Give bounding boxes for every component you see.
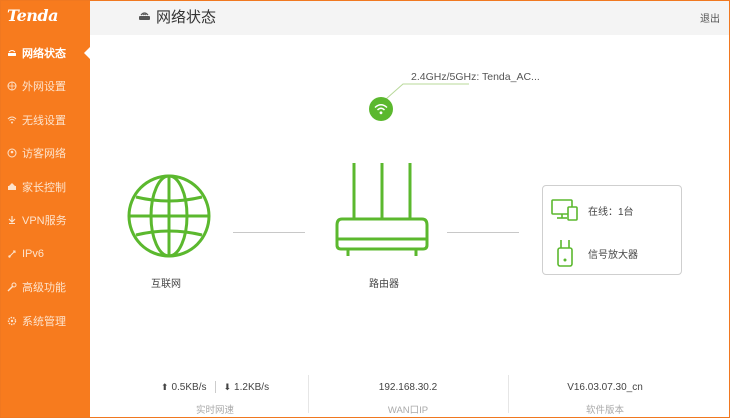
sidebar-item-label: 高级功能: [22, 282, 66, 294]
sidebar-item-label: 网络状态: [22, 48, 66, 60]
guest-icon: [7, 148, 17, 158]
logout-link[interactable]: 退出: [700, 10, 720, 25]
router-status-icon: [139, 12, 150, 20]
upload-arrow-icon: ⬆: [160, 381, 169, 392]
internet-globe-icon[interactable]: [126, 173, 212, 259]
sidebar-item-vpn-service[interactable]: VPN服务: [1, 208, 90, 232]
wan-ip-label: WAN口IP: [387, 405, 429, 416]
brand-logo: Tenda: [7, 6, 58, 25]
download-speed: 1.2KB/s: [234, 381, 270, 393]
wifi-icon: [7, 115, 17, 125]
sidebar-item-label: 外网设置: [22, 81, 66, 93]
parental-icon: [7, 182, 17, 192]
router-label: 路由器: [369, 279, 399, 290]
router-icon[interactable]: [334, 159, 430, 259]
internet-label: 互联网: [151, 279, 181, 290]
extender-row[interactable]: 信号放大器: [551, 238, 638, 268]
connector-internet-router: [233, 232, 305, 233]
sidebar-item-wan-settings[interactable]: 外网设置: [1, 74, 90, 98]
header-bar: 网络状态 退出: [90, 1, 729, 35]
app-window: Tenda 网络状态 外网设置 无线设置 访客网络 家长控制 VPN服务 IPv…: [0, 0, 730, 418]
status-footer: ⬆ 0.5KB/s ⬇ 1.2KB/s 实时网速 192.168.30.2 WA…: [90, 371, 729, 417]
speed-label: 实时网速: [195, 405, 234, 416]
sidebar-item-wireless-settings[interactable]: 无线设置: [1, 108, 90, 132]
signal-extender-icon: [557, 240, 573, 267]
ipv6-icon: [7, 249, 17, 259]
divider: [214, 381, 216, 393]
sidebar-item-label: 系统管理: [22, 316, 66, 328]
vpn-icon: [7, 215, 17, 225]
realtime-speed-stat: ⬆ 0.5KB/s ⬇ 1.2KB/s 实时网速: [120, 371, 310, 417]
divider: [508, 375, 509, 413]
callout-line: [385, 83, 469, 100]
globe-icon: [7, 81, 17, 91]
divider: [308, 375, 309, 413]
sidebar-item-label: 家长控制: [22, 182, 66, 194]
tools-icon: [7, 282, 17, 292]
gear-icon: [7, 316, 17, 326]
online-devices-row[interactable]: 在线：1台: [551, 198, 634, 222]
sidebar-item-parental-control[interactable]: 家长控制: [1, 175, 90, 199]
firmware-label: 软件版本: [585, 405, 624, 416]
sidebar-item-label: IPv6: [22, 248, 45, 260]
firmware-version: V16.03.07.30_cn: [567, 381, 643, 393]
wan-ip-value: 192.168.30.2: [378, 381, 438, 393]
devices-icon: [551, 199, 578, 221]
upload-speed: 0.5KB/s: [171, 381, 207, 393]
sidebar-item-network-status[interactable]: 网络状态: [1, 41, 91, 65]
sidebar-item-label: 访客网络: [22, 148, 66, 160]
connector-router-devices: [447, 232, 519, 233]
wifi-icon: [374, 104, 388, 115]
status-icon: [7, 48, 17, 58]
download-arrow-icon: ⬇: [223, 381, 232, 392]
sidebar-item-label: VPN服务: [22, 215, 67, 227]
connected-devices-panel: 在线：1台 信号放大器: [542, 185, 682, 275]
sidebar: Tenda 网络状态 外网设置 无线设置 访客网络 家长控制 VPN服务 IPv…: [1, 1, 91, 417]
sidebar-item-ipv6[interactable]: IPv6: [1, 242, 90, 266]
sidebar-item-guest-network[interactable]: 访客网络: [1, 141, 90, 165]
online-count: 在线：1台: [588, 206, 634, 218]
wan-ip-stat: 192.168.30.2 WAN口IP: [328, 371, 488, 417]
sidebar-item-label: 无线设置: [22, 115, 66, 127]
sidebar-item-advanced[interactable]: 高级功能: [1, 275, 90, 299]
sidebar-item-system[interactable]: 系统管理: [1, 309, 90, 333]
extender-label: 信号放大器: [588, 249, 638, 261]
page-title: 网络状态: [156, 9, 217, 26]
firmware-stat: V16.03.07.30_cn 软件版本: [520, 371, 690, 417]
wifi-status-button[interactable]: [369, 97, 393, 121]
